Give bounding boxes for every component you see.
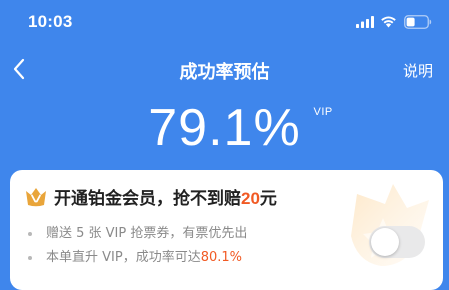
membership-toggle[interactable] (369, 226, 425, 258)
status-time: 10:03 (28, 12, 73, 31)
card-title: 开通铂金会员，抢不到赔20元 (54, 184, 277, 209)
upgraded-rate: 80.1% (200, 250, 243, 265)
benefit-list: 赠送 5 张 VIP 抢票券，有票优先出 本单直升 VIP，成功率可达 80.1… (28, 222, 247, 270)
card-title-text: 开通铂金会员，抢不到赔 (54, 189, 241, 209)
benefit-item: 赠送 5 张 VIP 抢票券，有票优先出 (28, 222, 247, 246)
platinum-member-card: 开通铂金会员，抢不到赔20元 赠送 5 张 VIP 抢票券，有票优先出 本单直升… (10, 170, 443, 290)
benefit-text: 赠送 5 张 VIP 抢票券，有票优先出 (46, 226, 248, 241)
status-bar: 10:03 (0, 0, 449, 46)
currency-unit: 元 (259, 189, 277, 209)
nav-bar: 成功率预估 说明 (0, 46, 449, 94)
card-header: 开通铂金会员，抢不到赔20元 (24, 184, 277, 209)
page-title: 成功率预估 (179, 62, 270, 83)
toggle-knob (371, 228, 399, 256)
bullet-dot (28, 232, 32, 236)
ticket-watermark-icon (351, 184, 429, 266)
benefit-text: 本单直升 VIP，成功率可达 (46, 250, 201, 265)
success-rate-section: 79.1% VIP (0, 100, 449, 162)
success-rate-value: 79.1% (148, 99, 301, 157)
bullet-dot (28, 256, 32, 260)
battery-icon (404, 15, 432, 29)
help-link[interactable]: 说明 (403, 60, 433, 81)
benefit-item: 本单直升 VIP，成功率可达 80.1% (28, 246, 247, 270)
crown-icon (26, 187, 46, 206)
signal-icon (356, 16, 374, 28)
vip-tag: VIP (313, 106, 333, 118)
compensation-amount: 20 (241, 189, 260, 208)
wifi-icon (381, 16, 396, 28)
